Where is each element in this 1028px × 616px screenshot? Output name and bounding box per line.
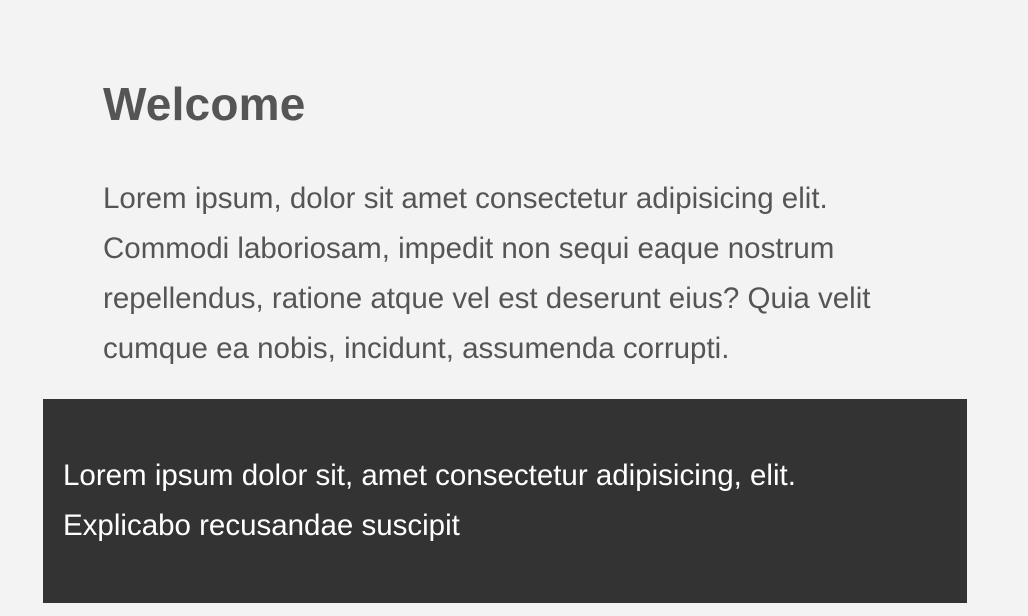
main-content: Welcome Lorem ipsum, dolor sit amet cons… <box>103 78 923 374</box>
page: Welcome Lorem ipsum, dolor sit amet cons… <box>0 0 1028 616</box>
panel-text: Lorem ipsum dolor sit, amet consectetur … <box>63 459 796 542</box>
intro-paragraph: Lorem ipsum, dolor sit amet consectetur … <box>103 182 871 365</box>
page-title: Welcome <box>103 78 306 130</box>
dark-info-panel: Lorem ipsum dolor sit, amet consectetur … <box>43 399 967 603</box>
